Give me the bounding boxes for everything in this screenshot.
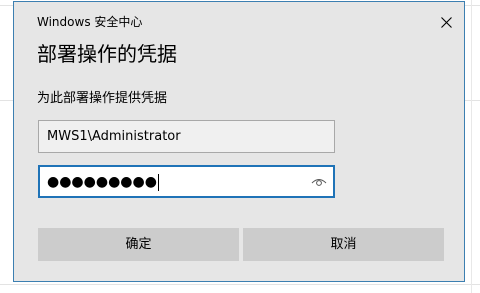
background-line [0, 284, 480, 285]
ok-button[interactable]: 确定 [38, 228, 239, 261]
background-line [471, 0, 472, 293]
eye-icon[interactable] [311, 175, 327, 189]
password-mask: ●●●●●●●●● [47, 173, 159, 191]
app-title: Windows 安全中心 [37, 15, 143, 29]
credential-dialog: Windows 安全中心 部署操作的凭据 为此部署操作提供凭据 MWS1\Adm… [13, 1, 465, 282]
close-button[interactable] [430, 10, 462, 34]
username-value: MWS1\Administrator [47, 129, 181, 144]
dialog-heading: 部署操作的凭据 [37, 42, 177, 66]
dialog-subtext: 为此部署操作提供凭据 [37, 91, 168, 106]
cancel-button[interactable]: 取消 [243, 228, 444, 261]
close-icon [440, 16, 452, 28]
text-caret [157, 173, 159, 191]
title-bar: Windows 安全中心 [14, 2, 464, 36]
username-field[interactable]: MWS1\Administrator [38, 120, 335, 153]
password-field[interactable]: ●●●●●●●●● [38, 165, 335, 198]
